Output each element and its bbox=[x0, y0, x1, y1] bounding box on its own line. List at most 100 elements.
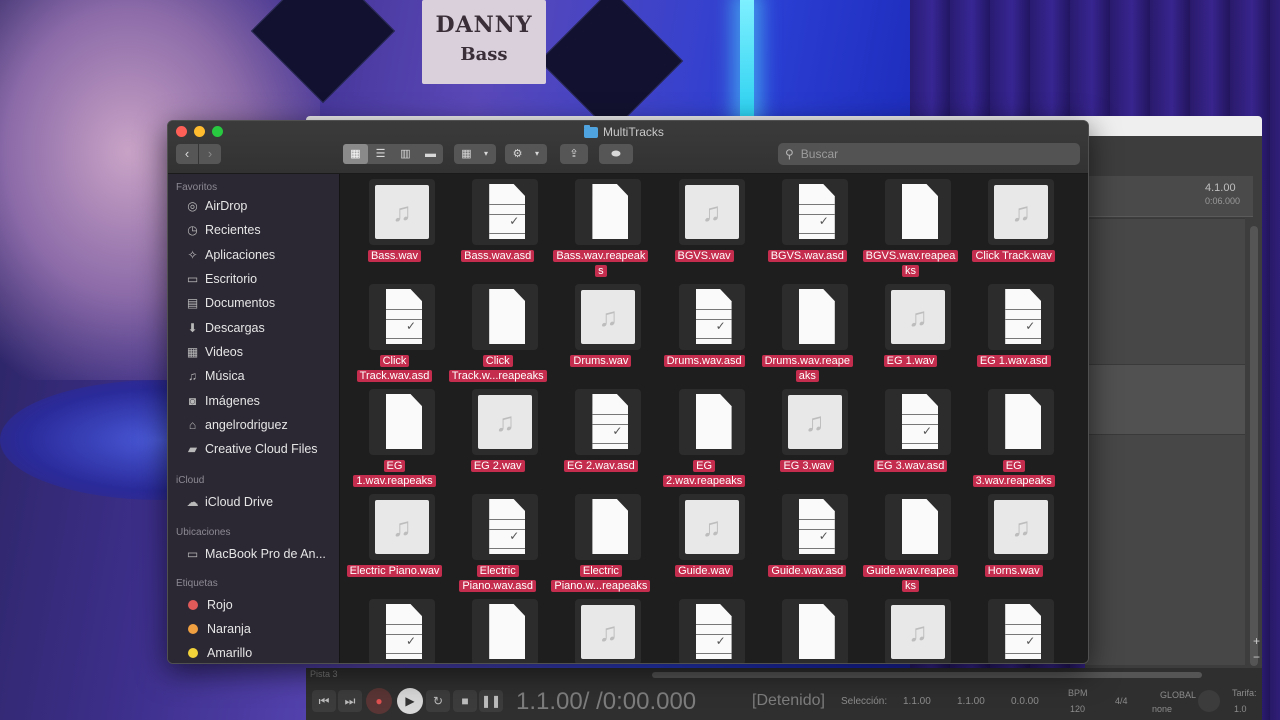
sidebar-item[interactable]: ◎ AirDrop bbox=[184, 196, 334, 216]
group-by-button[interactable]: ▦ ▾ bbox=[454, 144, 496, 164]
file-item[interactable]: Bass.wav.reapeak s bbox=[549, 177, 652, 280]
column-view-button[interactable]: ▥ bbox=[393, 144, 418, 164]
forward-button[interactable]: › bbox=[199, 144, 221, 164]
file-item[interactable]: ✓ bbox=[343, 597, 446, 663]
file-item[interactable]: ✓ Drums.wav.asd bbox=[653, 282, 756, 385]
file-name-text: EG 1.wav bbox=[883, 355, 938, 367]
file-item[interactable]: ♫ EG 2.wav bbox=[446, 387, 549, 490]
file-item[interactable]: Click Track.w...reapeaks bbox=[446, 282, 549, 385]
sidebar-item[interactable]: ♫ Música bbox=[184, 366, 334, 386]
sidebar-item[interactable]: ▭ MacBook Pro de An... bbox=[184, 544, 334, 564]
timeline-ruler[interactable]: 4.1.00 0:06.000 bbox=[1085, 176, 1253, 217]
file-item[interactable]: BGVS.wav.reapea ks bbox=[859, 177, 962, 280]
file-name-label: Electric Piano.wav.asd bbox=[446, 564, 549, 594]
file-item[interactable]: ✓ Guide.wav.asd bbox=[756, 492, 859, 595]
list-view-button[interactable]: ☰ bbox=[368, 144, 393, 164]
file-item[interactable]: ♫ bbox=[859, 597, 962, 663]
icon-view-button[interactable]: ▦ bbox=[343, 144, 368, 164]
audio-file-icon: ♫ bbox=[478, 395, 533, 449]
file-item[interactable]: ♫ EG 3.wav bbox=[756, 387, 859, 490]
file-item[interactable]: EG 1.wav.reapeaks bbox=[343, 387, 446, 490]
play-button[interactable]: ▶ bbox=[397, 688, 423, 714]
sidebar-item[interactable]: ▰ Creative Cloud Files bbox=[184, 439, 334, 459]
file-item[interactable]: ♫ Bass.wav bbox=[343, 177, 446, 280]
file-item[interactable]: ♫ Horns.wav bbox=[962, 492, 1065, 595]
loop-button[interactable]: ↻ bbox=[426, 690, 450, 712]
selection-start[interactable]: 1.1.00 bbox=[903, 696, 931, 707]
file-item[interactable]: ♫ bbox=[549, 597, 652, 663]
file-item[interactable]: Drums.wav.reape aks bbox=[756, 282, 859, 385]
file-item[interactable]: ♫ Electric Piano.wav bbox=[343, 492, 446, 595]
minimize-button[interactable] bbox=[194, 126, 205, 137]
sidebar-item[interactable]: ▤ Documentos bbox=[184, 293, 334, 313]
file-item[interactable]: ♫ BGVS.wav bbox=[653, 177, 756, 280]
sidebar-item[interactable]: ◙ Imágenes bbox=[184, 391, 334, 411]
sidebar-item[interactable]: ✧ Aplicaciones bbox=[184, 245, 334, 265]
file-item[interactable]: ✓ EG 2.wav.asd bbox=[549, 387, 652, 490]
sidebar-item[interactable]: ▭ Escritorio bbox=[184, 269, 334, 289]
file-item[interactable]: ✓ bbox=[962, 597, 1065, 663]
vertical-scrollbar[interactable] bbox=[1250, 226, 1258, 666]
file-item[interactable]: EG 3.wav.reapeaks bbox=[962, 387, 1065, 490]
file-name-text: Bass.wav bbox=[367, 250, 422, 262]
file-item[interactable]: ✓ Click Track.wav.asd bbox=[343, 282, 446, 385]
stop-button[interactable]: ■ bbox=[453, 690, 477, 712]
file-item[interactable]: EG 2.wav.reapeaks bbox=[653, 387, 756, 490]
tags-button[interactable]: ⬬ bbox=[599, 144, 633, 164]
search-field[interactable]: ⚲ bbox=[778, 143, 1080, 165]
volume-knob-icon[interactable] bbox=[1198, 690, 1220, 712]
sidebar-item-label: angelrodriguez bbox=[205, 418, 288, 432]
close-button[interactable] bbox=[176, 126, 187, 137]
sidebar-tag-item[interactable]: Naranja bbox=[184, 619, 334, 639]
file-item[interactable]: ✓ EG 1.wav.asd bbox=[962, 282, 1065, 385]
sidebar-item[interactable]: ☁ iCloud Drive bbox=[184, 492, 334, 512]
go-to-start-button[interactable]: ⏮ bbox=[312, 690, 336, 712]
view-mode-group: ▦ ☰ ▥ ▬ bbox=[343, 144, 443, 164]
file-item[interactable]: ✓ BGVS.wav.asd bbox=[756, 177, 859, 280]
global-value[interactable]: none bbox=[1152, 704, 1172, 714]
go-to-end-button[interactable]: ⏭ bbox=[338, 690, 362, 712]
file-thumbnail: ♫ bbox=[988, 179, 1055, 245]
file-item[interactable] bbox=[446, 597, 549, 663]
sidebar-tag-item[interactable]: Rojo bbox=[184, 595, 334, 615]
file-name-label: EG 1.wav.asd bbox=[962, 354, 1065, 369]
file-name-text: EG 3.wav bbox=[780, 460, 835, 472]
selection-end[interactable]: 1.1.00 bbox=[957, 696, 985, 707]
sign-line-2: Bass bbox=[460, 44, 508, 65]
file-item[interactable]: ♫ Drums.wav bbox=[549, 282, 652, 385]
action-menu-button[interactable]: ⚙ ▾ bbox=[505, 144, 547, 164]
track-lane[interactable] bbox=[1085, 364, 1245, 435]
sidebar-item[interactable]: ⌂ angelrodriguez bbox=[184, 415, 334, 435]
selection-length[interactable]: 0.0.00 bbox=[1011, 696, 1039, 707]
zoom-button[interactable] bbox=[212, 126, 223, 137]
file-item[interactable] bbox=[756, 597, 859, 663]
back-button[interactable]: ‹ bbox=[176, 144, 198, 164]
search-input[interactable] bbox=[798, 146, 1063, 162]
rate-value[interactable]: 1.0 bbox=[1234, 704, 1247, 714]
file-item[interactable]: Guide.wav.reapea ks bbox=[859, 492, 962, 595]
file-item[interactable]: ♫ Click Track.wav bbox=[962, 177, 1065, 280]
file-item[interactable]: ✓ EG 3.wav.asd bbox=[859, 387, 962, 490]
sidebar-item[interactable]: ⬇ Descargas bbox=[184, 318, 334, 338]
zoom-out-icon[interactable]: − bbox=[1253, 650, 1260, 664]
file-item[interactable]: ♫ Guide.wav bbox=[653, 492, 756, 595]
file-item[interactable]: ♫ EG 1.wav bbox=[859, 282, 962, 385]
pause-button[interactable]: ❚❚ bbox=[479, 690, 503, 712]
track-lane[interactable] bbox=[1085, 434, 1245, 665]
horizontal-scrollbar[interactable] bbox=[652, 672, 1202, 678]
file-item[interactable]: ✓ Electric Piano.wav.asd bbox=[446, 492, 549, 595]
share-button[interactable]: ⇪ bbox=[560, 144, 588, 164]
file-item[interactable]: ✓ bbox=[653, 597, 756, 663]
sidebar-tag-item[interactable]: Amarillo bbox=[184, 643, 334, 663]
track-lane[interactable] bbox=[1085, 218, 1245, 365]
record-button[interactable]: ● bbox=[366, 688, 392, 714]
time-signature[interactable]: 4/4 bbox=[1115, 696, 1128, 706]
zoom-in-icon[interactable]: + bbox=[1253, 634, 1260, 648]
selection-label: Selección: bbox=[841, 696, 888, 707]
sidebar-item[interactable]: ◷ Recientes bbox=[184, 220, 334, 240]
file-item[interactable]: ✓ Bass.wav.asd bbox=[446, 177, 549, 280]
bpm-value[interactable]: 120 bbox=[1070, 704, 1085, 714]
gallery-view-button[interactable]: ▬ bbox=[418, 144, 443, 164]
sidebar-item[interactable]: ▦ Videos bbox=[184, 342, 334, 362]
file-item[interactable]: Electric Piano.w...reapeaks bbox=[549, 492, 652, 595]
